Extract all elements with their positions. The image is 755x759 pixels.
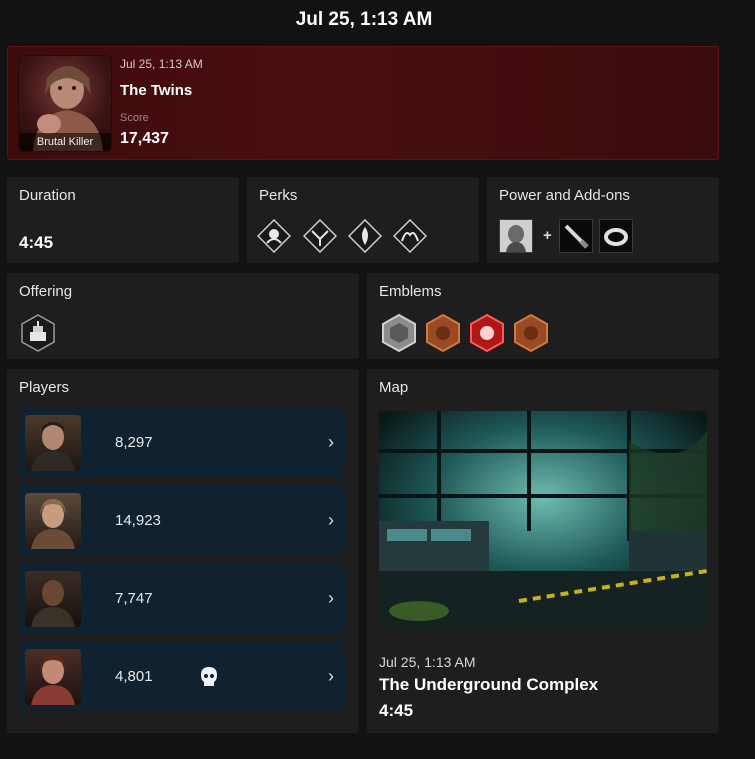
- plus-sign: +: [543, 227, 552, 244]
- map-title: Map: [379, 379, 409, 396]
- player-row[interactable]: 8,297 ›: [19, 408, 346, 478]
- player-avatar: [25, 415, 81, 471]
- chaser-emblem-icon[interactable]: [511, 313, 551, 353]
- gatekeeper-emblem-icon[interactable]: [379, 313, 419, 353]
- player-score: 8,297: [115, 434, 153, 451]
- emblems-panel: Emblems: [367, 273, 719, 359]
- twins-power-icon[interactable]: [499, 219, 533, 253]
- chevron-right-icon[interactable]: ›: [328, 588, 334, 609]
- chevron-right-icon[interactable]: ›: [328, 666, 334, 687]
- offering-title: Offering: [19, 283, 73, 300]
- map-image: [379, 411, 707, 629]
- power-addons-title: Power and Add-ons: [499, 187, 630, 204]
- match-summary-card: Brutal Killer Jul 25, 1:13 AM The Twins …: [7, 46, 719, 160]
- players-panel: Players 8,297 › 14,923 › 7,747 › 4,801 ›: [7, 369, 359, 733]
- perk-icon-4[interactable]: [393, 219, 427, 253]
- perks-panel: Perks: [247, 177, 479, 263]
- killer-rank-caption: Brutal Killer: [19, 133, 111, 151]
- knife-addon-icon[interactable]: [559, 219, 593, 253]
- player-score: 14,923: [115, 512, 161, 529]
- malicious-emblem-icon[interactable]: [467, 313, 507, 353]
- score-label: Score: [120, 112, 149, 124]
- player-avatar: [25, 649, 81, 705]
- perk-icon-2[interactable]: [303, 219, 337, 253]
- perks-title: Perks: [259, 187, 298, 204]
- devout-emblem-icon[interactable]: [423, 313, 463, 353]
- chevron-right-icon[interactable]: ›: [328, 510, 334, 531]
- score-value: 17,437: [120, 130, 169, 147]
- player-score: 7,747: [115, 590, 153, 607]
- page-title: Jul 25, 1:13 AM: [295, 9, 433, 30]
- map-date: Jul 25, 1:13 AM: [379, 654, 476, 670]
- perk-icon-3[interactable]: [348, 219, 382, 253]
- player-row[interactable]: 7,747 ›: [19, 564, 346, 634]
- killer-portrait: Brutal Killer: [18, 55, 112, 152]
- player-avatar: [25, 493, 81, 549]
- emblems-title: Emblems: [379, 283, 442, 300]
- killer-name: The Twins: [120, 82, 193, 99]
- player-row[interactable]: 14,923 ›: [19, 486, 346, 556]
- player-score: 4,801: [115, 668, 153, 685]
- perk-icon-1[interactable]: [257, 219, 291, 253]
- map-panel: Map Jul 25, 1:13 AM The Underground Comp…: [367, 369, 719, 733]
- match-date: Jul 25, 1:13 AM: [120, 57, 203, 71]
- players-title: Players: [19, 379, 70, 396]
- chevron-right-icon[interactable]: ›: [328, 432, 334, 453]
- cake-offering-icon[interactable]: [20, 314, 56, 352]
- player-avatar: [25, 571, 81, 627]
- duration-panel: Duration 4:45: [7, 177, 239, 263]
- offering-panel: Offering: [7, 273, 359, 359]
- map-name: The Underground Complex: [379, 675, 599, 694]
- map-duration: 4:45: [379, 701, 414, 720]
- duration-title: Duration: [19, 187, 76, 204]
- player-row[interactable]: 4,801 ›: [19, 642, 346, 712]
- duration-value: 4:45: [19, 233, 54, 252]
- ring-addon-icon[interactable]: [599, 219, 633, 253]
- power-addons-panel: Power and Add-ons +: [487, 177, 719, 263]
- skull-icon: [201, 667, 217, 686]
